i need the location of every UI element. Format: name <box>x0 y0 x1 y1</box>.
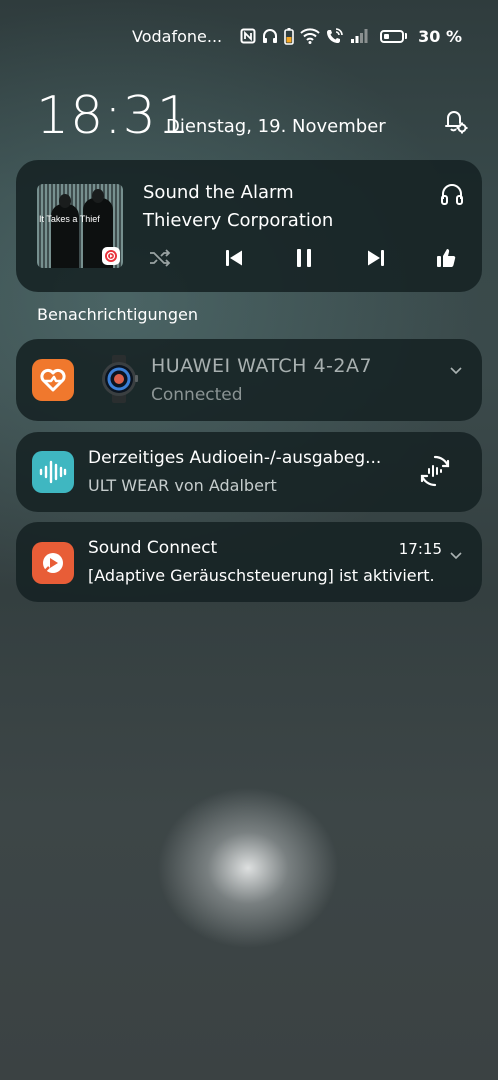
sound-connect-app-icon <box>32 542 74 584</box>
notification-settings-icon[interactable] <box>438 104 470 136</box>
headphones-icon <box>262 28 278 44</box>
status-bar: Vodafone... 30 % <box>132 26 462 46</box>
expand-chevron-icon[interactable] <box>450 545 462 560</box>
media-player-card[interactable]: It Takes a Thief Sound the Alarm Thiever… <box>16 160 482 292</box>
phone-battery-icon <box>284 27 294 45</box>
audio-wave-icon <box>32 451 74 493</box>
audio-switch-icon[interactable] <box>418 454 452 488</box>
watch-notification-card[interactable]: HUAWEI WATCH 4-2A7 Connected <box>16 339 482 421</box>
notifications-header: Benachrichtigungen <box>37 305 198 324</box>
media-controls <box>148 246 458 270</box>
next-track-icon[interactable] <box>364 246 388 270</box>
expand-chevron-icon[interactable] <box>450 360 462 375</box>
wifi-icon <box>300 28 320 44</box>
album-art-title: It Takes a Thief <box>39 214 100 224</box>
watch-status: Connected <box>151 385 243 405</box>
previous-track-icon[interactable] <box>222 246 246 270</box>
sound-connect-message: [Adaptive Geräuschsteuerung] ist aktivie… <box>88 566 435 585</box>
notification-time: 17:15 <box>398 540 442 558</box>
carrier-name: Vodafone... <box>132 26 223 46</box>
thumbs-up-icon[interactable] <box>434 246 458 270</box>
clock-row: 18:31 Dienstag, 19. November <box>36 86 470 146</box>
watch-name: HUAWEI WATCH 4-2A7 <box>151 355 373 377</box>
audio-device-notification-card[interactable]: Derzeitiges Audioein-/-ausgabeg... ULT W… <box>16 432 482 512</box>
wifi-calling-icon <box>326 27 344 45</box>
battery-icon <box>380 29 408 43</box>
huawei-health-icon <box>32 359 74 401</box>
signal-icon <box>350 28 368 44</box>
track-artist: Thievery Corporation <box>143 210 334 231</box>
battery-percent: 30 % <box>418 26 462 46</box>
clock-date: Dienstag, 19. November <box>166 116 386 137</box>
sound-connect-title: Sound Connect <box>88 538 218 558</box>
track-title: Sound the Alarm <box>143 182 294 203</box>
album-art[interactable]: It Takes a Thief <box>37 184 123 268</box>
shuffle-icon[interactable] <box>148 246 172 270</box>
audio-output-headphones-icon[interactable] <box>438 180 466 208</box>
audio-device-subtitle: ULT WEAR von Adalbert <box>88 476 277 495</box>
sound-connect-notification-card[interactable]: Sound Connect 17:15 [Adaptive Geräuschst… <box>16 522 482 602</box>
audio-device-title: Derzeitiges Audioein-/-ausgabeg... <box>88 448 382 468</box>
nfc-icon <box>240 28 256 44</box>
smartwatch-icon <box>98 355 140 403</box>
pause-icon[interactable] <box>292 246 316 270</box>
music-app-icon <box>102 247 120 265</box>
